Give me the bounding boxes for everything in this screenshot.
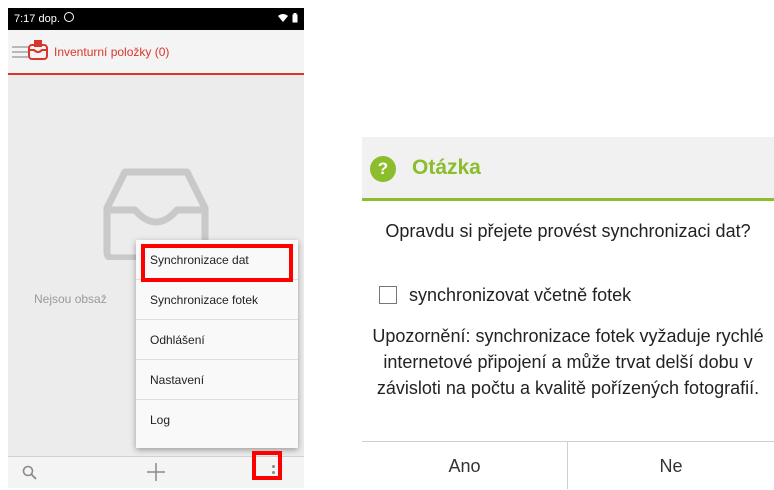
dialog-title: Otázka xyxy=(412,156,481,179)
inventory-box-icon xyxy=(28,40,48,60)
menu-item-label: Nastavení xyxy=(150,373,205,387)
add-icon[interactable] xyxy=(146,462,166,482)
wifi-icon xyxy=(277,14,288,23)
empty-state-text: Nejsou obsaž xyxy=(34,292,107,306)
question-icon: ? xyxy=(370,156,396,182)
dialog-header: ? Otázka xyxy=(362,137,774,201)
sync-status-icon xyxy=(64,12,74,22)
menu-item-logout[interactable]: Odhlášení xyxy=(136,320,298,360)
page-title: Inventurní položky (0) xyxy=(54,45,170,59)
highlight-box-sync-data xyxy=(141,244,293,282)
menu-item-label: Log xyxy=(150,413,171,427)
dialog-question: Opravdu si přejete provést synchronizaci… xyxy=(385,221,751,241)
dialog-warning: Upozornění: synchronizace fotek vyžaduje… xyxy=(372,326,764,398)
menu-item-log[interactable]: Log xyxy=(136,400,298,440)
menu-item-sync-photos[interactable]: Synchronizace fotek xyxy=(136,280,298,320)
sync-photos-checkbox[interactable] xyxy=(379,286,397,304)
phone-screen: 7:17 dop. Inventurní položky (0) Nejsou … xyxy=(8,8,304,488)
menu-item-settings[interactable]: Nastavení xyxy=(136,360,298,400)
status-bar: 7:17 dop. xyxy=(8,8,304,30)
dialog-buttons: Ano Ne xyxy=(362,441,774,489)
no-button[interactable]: Ne xyxy=(568,442,774,489)
app-bar: Inventurní položky (0) xyxy=(8,30,304,75)
status-time: 7:17 dop. xyxy=(14,13,60,25)
yes-button[interactable]: Ano xyxy=(362,442,568,489)
checkbox-label: synchronizovat včetně fotek xyxy=(409,285,632,305)
search-icon[interactable] xyxy=(22,465,38,481)
menu-item-label: Synchronizace fotek xyxy=(150,293,259,307)
battery-icon xyxy=(292,13,298,23)
confirm-dialog: ? Otázka Opravdu si přejete provést sync… xyxy=(362,137,774,489)
menu-item-label: Odhlášení xyxy=(150,333,205,347)
highlight-box-more xyxy=(252,451,282,480)
hamburger-menu-icon[interactable] xyxy=(12,46,28,58)
